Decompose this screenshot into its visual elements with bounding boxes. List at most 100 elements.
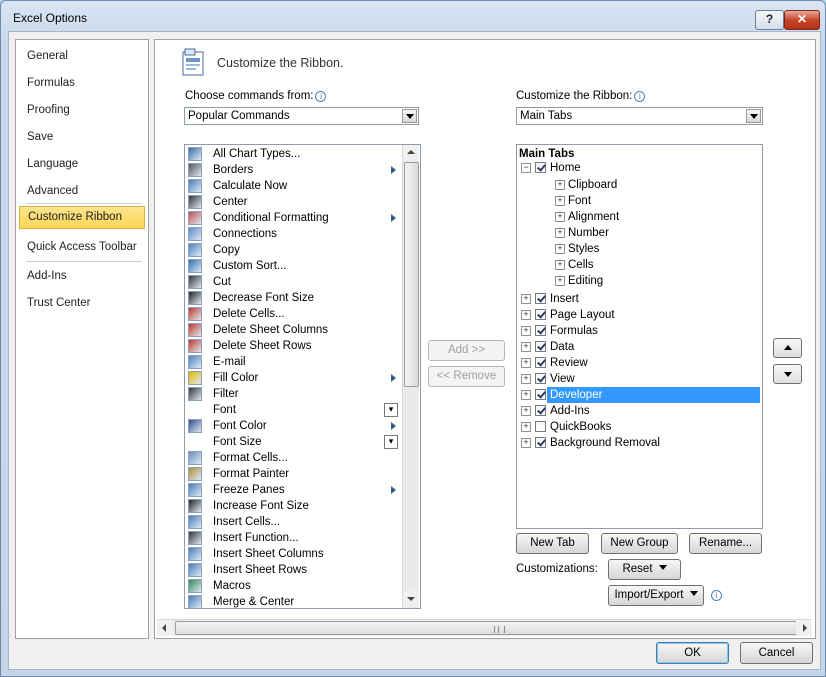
tree-item[interactable]: + Data	[517, 339, 760, 355]
scroll-up-button[interactable]	[403, 145, 419, 161]
command-item[interactable]: Connections	[186, 226, 400, 242]
scroll-thumb[interactable]	[404, 162, 419, 387]
ribbon-tabs-tree[interactable]: Main Tabs − Home + Clipboard + Font + Alignment…	[516, 144, 763, 529]
rename-button[interactable]: Rename...	[689, 533, 762, 554]
tab-checkbox[interactable]	[535, 357, 546, 368]
command-item[interactable]: Insert Cells...	[186, 514, 400, 530]
nav-item-advanced[interactable]: Advanced	[19, 180, 145, 203]
title-bar[interactable]: Excel Options ? ✕	[1, 1, 825, 31]
tree-item[interactable]: + Developer	[517, 387, 760, 403]
expand-icon[interactable]: +	[555, 180, 565, 190]
remove-button[interactable]: << Remove	[428, 366, 505, 387]
tab-checkbox[interactable]	[535, 309, 546, 320]
expand-icon[interactable]: +	[521, 438, 531, 448]
nav-item-quick-access-toolbar[interactable]: Quick Access Toolbar	[19, 236, 145, 259]
tab-checkbox[interactable]	[535, 421, 546, 432]
command-item[interactable]: Copy	[186, 242, 400, 258]
collapse-icon[interactable]: −	[521, 163, 531, 173]
tree-item[interactable]: + Add-Ins	[517, 403, 760, 419]
scroll-thumb[interactable]	[175, 621, 797, 635]
expand-icon[interactable]: +	[521, 422, 531, 432]
command-item[interactable]: Filter	[186, 386, 400, 402]
tree-item[interactable]: − Home	[517, 160, 760, 176]
tree-item[interactable]: + Cells	[517, 257, 760, 273]
customize-ribbon-dropdown[interactable]: Main Tabs	[516, 107, 763, 125]
expand-icon[interactable]: +	[521, 326, 531, 336]
tree-item[interactable]: + Clipboard	[517, 177, 760, 193]
expand-icon[interactable]: +	[555, 244, 565, 254]
tab-checkbox[interactable]	[535, 389, 546, 400]
tab-checkbox[interactable]	[535, 162, 546, 173]
expand-icon[interactable]: +	[555, 260, 565, 270]
tree-item[interactable]: + Number	[517, 225, 760, 241]
command-item[interactable]: Freeze Panes	[186, 482, 400, 498]
command-item[interactable]: Font Size ▾	[186, 434, 400, 450]
choose-commands-dropdown[interactable]: Popular Commands	[184, 107, 419, 125]
tree-item[interactable]: + Alignment	[517, 209, 760, 225]
tab-checkbox[interactable]	[535, 325, 546, 336]
command-item[interactable]: Insert Function...	[186, 530, 400, 546]
command-item[interactable]: All Chart Types...	[186, 146, 400, 162]
tab-checkbox[interactable]	[535, 293, 546, 304]
command-item[interactable]: Delete Sheet Rows	[186, 338, 400, 354]
command-item[interactable]: Font ▾	[186, 402, 400, 418]
move-down-button[interactable]	[773, 364, 802, 384]
nav-item-language[interactable]: Language	[19, 153, 145, 176]
add-button[interactable]: Add >>	[428, 340, 505, 361]
command-item[interactable]: Delete Cells...	[186, 306, 400, 322]
tree-item[interactable]: + Styles	[517, 241, 760, 257]
tab-checkbox[interactable]	[535, 373, 546, 384]
tab-checkbox[interactable]	[535, 437, 546, 448]
command-item[interactable]: Custom Sort...	[186, 258, 400, 274]
move-up-button[interactable]	[773, 338, 802, 358]
command-item[interactable]: Insert Sheet Rows	[186, 562, 400, 578]
command-item[interactable]: Center	[186, 194, 400, 210]
chevron-down-icon[interactable]	[746, 109, 761, 123]
tab-checkbox[interactable]	[535, 341, 546, 352]
command-item[interactable]: Delete Sheet Columns	[186, 322, 400, 338]
expand-icon[interactable]: +	[555, 196, 565, 206]
new-group-button[interactable]: New Group	[601, 533, 678, 554]
nav-item-general[interactable]: General	[19, 45, 145, 68]
scroll-left-button[interactable]	[157, 620, 173, 636]
command-item[interactable]: Macros	[186, 578, 400, 594]
tree-item[interactable]: + View	[517, 371, 760, 387]
expand-icon[interactable]: +	[521, 390, 531, 400]
expand-icon[interactable]: +	[555, 228, 565, 238]
new-tab-button[interactable]: New Tab	[516, 533, 589, 554]
expand-icon[interactable]: +	[555, 276, 565, 286]
expand-icon[interactable]: +	[521, 342, 531, 352]
close-button[interactable]: ✕	[784, 10, 820, 30]
commands-list[interactable]: All Chart Types... Borders Calculate Now Ce…	[184, 144, 421, 609]
command-item[interactable]: E-mail	[186, 354, 400, 370]
tree-item[interactable]: + Page Layout	[517, 307, 760, 323]
commands-scrollbar[interactable]	[402, 145, 419, 608]
nav-item-save[interactable]: Save	[19, 126, 145, 149]
panel-horizontal-scrollbar[interactable]	[157, 619, 812, 636]
nav-item-formulas[interactable]: Formulas	[19, 72, 145, 95]
nav-item-proofing[interactable]: Proofing	[19, 99, 145, 122]
tree-item[interactable]: + QuickBooks	[517, 419, 760, 435]
tree-item[interactable]: + Editing	[517, 273, 760, 289]
command-item[interactable]: Increase Font Size	[186, 498, 400, 514]
nav-item-add-ins[interactable]: Add-Ins	[19, 265, 145, 288]
scroll-right-button[interactable]	[796, 620, 812, 636]
command-item[interactable]: Borders	[186, 162, 400, 178]
tree-item[interactable]: + Background Removal	[517, 435, 760, 451]
tree-item[interactable]: + Review	[517, 355, 760, 371]
expand-icon[interactable]: +	[521, 374, 531, 384]
command-item[interactable]: Format Painter	[186, 466, 400, 482]
tree-item[interactable]: + Insert	[517, 291, 760, 307]
expand-icon[interactable]: +	[521, 406, 531, 416]
command-item[interactable]: Decrease Font Size	[186, 290, 400, 306]
cancel-button[interactable]: Cancel	[740, 642, 813, 664]
expand-icon[interactable]: +	[521, 358, 531, 368]
command-item[interactable]: Fill Color	[186, 370, 400, 386]
chevron-down-icon[interactable]	[402, 109, 417, 123]
command-item[interactable]: Font Color	[186, 418, 400, 434]
expand-icon[interactable]: +	[521, 310, 531, 320]
command-item[interactable]: Calculate Now	[186, 178, 400, 194]
tree-item[interactable]: + Font	[517, 193, 760, 209]
nav-item-customize-ribbon[interactable]: Customize Ribbon	[19, 206, 145, 229]
command-item[interactable]: Conditional Formatting	[186, 210, 400, 226]
